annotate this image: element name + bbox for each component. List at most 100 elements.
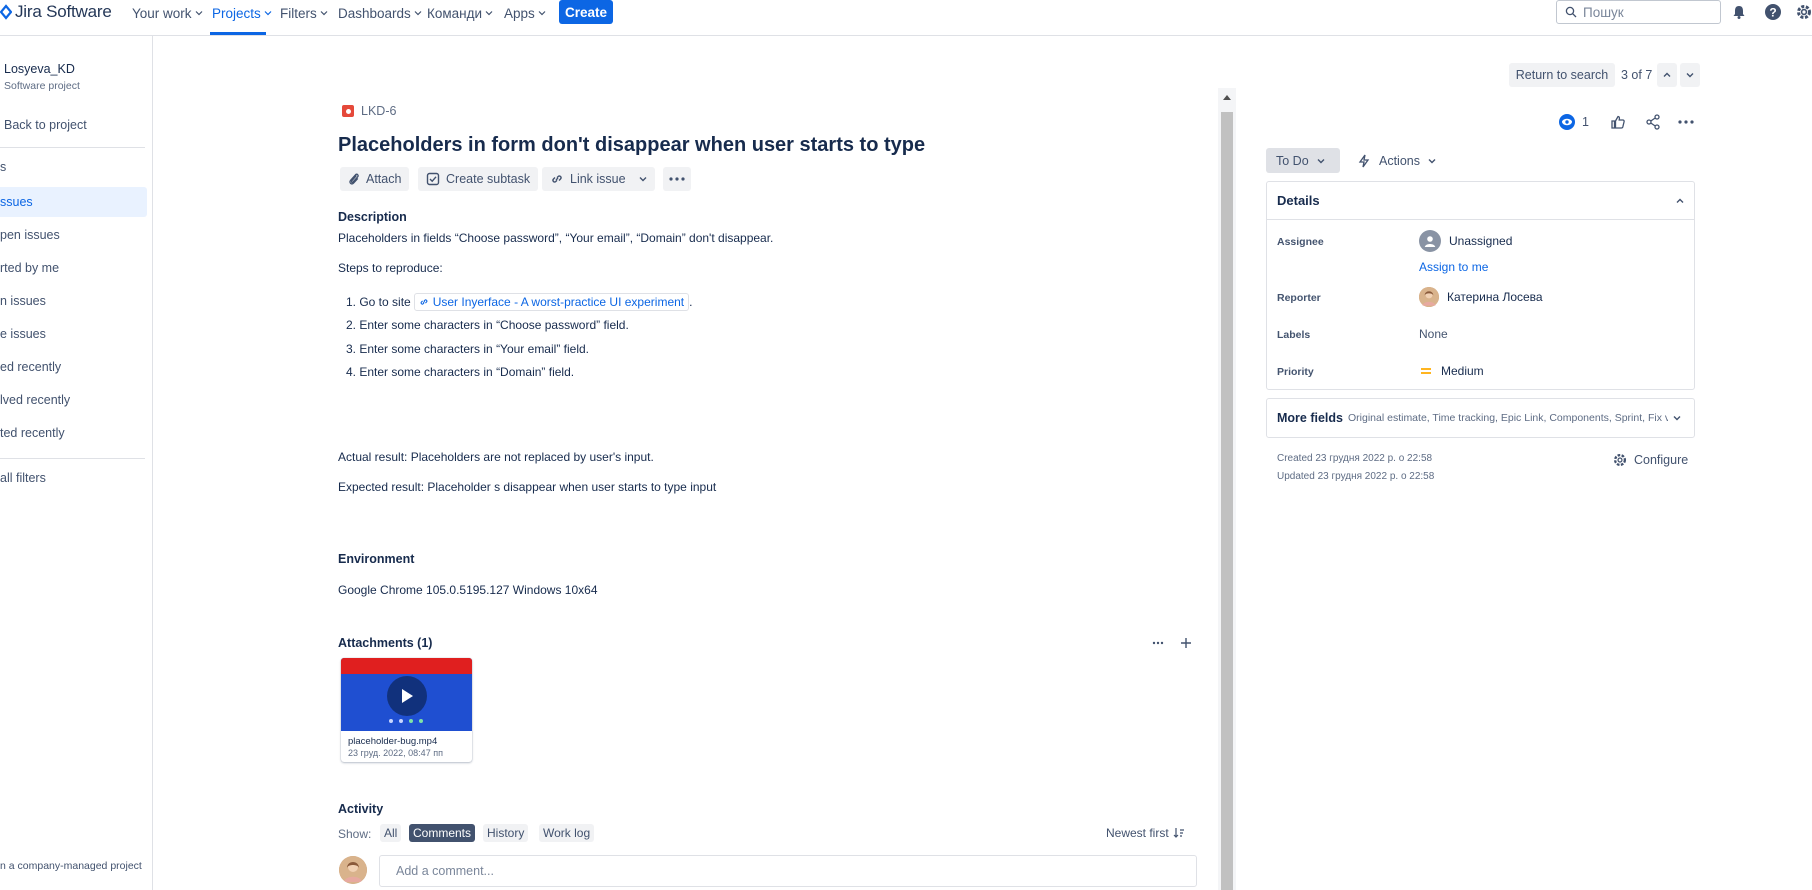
watchers-count: 1	[1582, 115, 1589, 129]
comment-input[interactable]	[396, 864, 1096, 878]
watch-button[interactable]: 1	[1558, 111, 1589, 133]
back-to-project-link[interactable]: Back to project	[4, 118, 87, 132]
help-icon[interactable]: ?	[1763, 2, 1783, 22]
scrollbar[interactable]	[1218, 88, 1236, 890]
more-actions-button[interactable]	[663, 167, 691, 191]
attach-button[interactable]: Attach	[340, 167, 410, 191]
scroll-thumb[interactable]	[1221, 112, 1233, 890]
description-text[interactable]: Placeholders in fields “Choose password”…	[338, 231, 773, 245]
steps-heading[interactable]: Steps to reproduce:	[338, 261, 443, 275]
sidebar-divider	[0, 458, 145, 459]
activity-tab-history[interactable]: History	[483, 824, 529, 842]
sidebar-section-issues[interactable]: s	[0, 152, 147, 182]
attachment-card[interactable]: placeholder-bug.mp4 23 груд. 2022, 08:47…	[341, 658, 472, 762]
scroll-up-arrow-icon[interactable]	[1218, 88, 1236, 106]
reporter-value: Катерина Лосева	[1447, 290, 1543, 304]
previous-issue-button[interactable]	[1657, 63, 1677, 87]
chevron-down-icon	[1686, 73, 1694, 78]
share-button[interactable]	[1645, 111, 1661, 133]
sidebar-view-all-filters[interactable]: all filters	[0, 463, 147, 493]
actions-label: Actions	[1379, 154, 1420, 168]
progress-dots-icon	[389, 719, 423, 723]
issue-key[interactable]: LKD-6	[342, 104, 396, 118]
more-fields-section[interactable]: More fields Original estimate, Time trac…	[1266, 398, 1695, 438]
list-item[interactable]: 2. Enter some characters in “Choose pass…	[346, 314, 692, 338]
list-item[interactable]: 3. Enter some characters in “Your email”…	[346, 337, 692, 361]
more-icon	[1152, 641, 1164, 645]
next-issue-button[interactable]	[1680, 63, 1700, 87]
chevron-down-icon	[195, 11, 202, 16]
actual-result-text[interactable]: Actual result: Placeholders are not repl…	[338, 450, 654, 464]
avatar	[339, 856, 367, 884]
sidebar-item-viewed-recently[interactable]: ed recently	[0, 352, 147, 382]
chevron-down-icon	[1317, 158, 1325, 163]
return-to-search-button[interactable]: Return to search	[1509, 63, 1615, 87]
nav-projects[interactable]: Projects	[212, 3, 272, 23]
search-icon	[1565, 6, 1577, 18]
create-button[interactable]: Create	[559, 0, 613, 24]
list-item[interactable]: 4. Enter some characters in “Domain” fie…	[346, 361, 692, 385]
sort-order-button[interactable]: Newest first	[1106, 826, 1185, 840]
comment-box[interactable]	[379, 855, 1197, 887]
step-1-suffix: .	[689, 294, 693, 309]
bell-icon[interactable]	[1729, 2, 1749, 22]
attachment-date: 23 груд. 2022, 08:47 пп	[348, 748, 443, 758]
plus-icon	[1181, 638, 1191, 648]
nav-projects-label: Projects	[212, 5, 261, 21]
nav-your-work[interactable]: Your work	[132, 3, 203, 23]
issue-summary[interactable]: Placeholders in form don't disappear whe…	[338, 134, 925, 157]
chevron-up-icon	[1676, 198, 1684, 203]
activity-tab-all[interactable]: All	[380, 824, 402, 842]
unassigned-avatar-icon	[1419, 230, 1441, 252]
create-subtask-button[interactable]: Create subtask	[418, 167, 539, 191]
sidebar-item-resolved-recently[interactable]: lved recently	[0, 385, 147, 415]
link-issue-button[interactable]: Link issue	[542, 167, 634, 191]
activity-show-label: Show:	[338, 827, 372, 841]
activity-tab-work-log[interactable]: Work log	[539, 824, 595, 842]
environment-heading: Environment	[338, 552, 415, 566]
assign-to-me-link[interactable]: Assign to me	[1419, 260, 1488, 274]
project-name[interactable]: Losyeva_KD	[4, 62, 75, 76]
jira-logo[interactable]: Jira Software	[0, 2, 112, 22]
search-box[interactable]	[1556, 0, 1721, 24]
settings-icon[interactable]	[1794, 2, 1812, 22]
more-options-button[interactable]	[1678, 111, 1694, 133]
reporter-field[interactable]: Катерина Лосева	[1419, 287, 1543, 307]
labels-value[interactable]: None	[1419, 327, 1448, 341]
nav-teams[interactable]: Команди	[427, 3, 493, 23]
assignee-field[interactable]: Unassigned	[1419, 230, 1512, 252]
actions-button[interactable]: Actions	[1357, 150, 1436, 172]
vote-button[interactable]	[1610, 111, 1626, 133]
sidebar-item-open-issues[interactable]: pen issues	[0, 220, 147, 250]
sidebar-item-all-issues[interactable]: n issues	[0, 286, 147, 316]
search-input[interactable]	[1583, 4, 1713, 20]
attachments-more-button[interactable]	[1152, 636, 1172, 650]
add-attachment-button[interactable]	[1180, 636, 1194, 650]
logo-text: Jira Software	[15, 2, 112, 21]
environment-text[interactable]: Google Chrome 105.0.5195.127 Windows 10x…	[338, 583, 598, 597]
subtask-icon	[426, 172, 440, 186]
nav-dashboards[interactable]: Dashboards	[338, 3, 422, 23]
link-issue-dropdown[interactable]	[631, 167, 655, 191]
nav-filters[interactable]: Filters	[280, 3, 328, 23]
status-button[interactable]: To Do	[1266, 148, 1340, 173]
eye-icon	[1559, 114, 1575, 130]
list-item[interactable]: 1. Go to site User Inyerface - A worst-p…	[346, 290, 692, 314]
sidebar-item-reported-by-me[interactable]: rted by me	[0, 253, 147, 283]
details-header[interactable]: Details	[1267, 182, 1694, 220]
link-icon	[552, 175, 562, 183]
sidebar-item-updated-recently[interactable]: ted recently	[0, 418, 147, 448]
play-icon[interactable]	[387, 676, 427, 716]
priority-field[interactable]: Medium	[1419, 364, 1484, 378]
nav-apps[interactable]: Apps	[504, 3, 546, 23]
activity-tab-comments[interactable]: Comments	[409, 824, 476, 842]
thumbnail-header	[341, 658, 472, 674]
sidebar-item-done-issues[interactable]: e issues	[0, 319, 147, 349]
priority-medium-icon	[1421, 368, 1431, 374]
site-link[interactable]: User Inyerface - A worst-practice UI exp…	[413, 292, 690, 311]
create-subtask-label: Create subtask	[446, 172, 531, 186]
configure-button[interactable]: Configure	[1612, 452, 1688, 468]
sidebar-item-issues[interactable]: ssues	[0, 187, 147, 217]
expected-result-text[interactable]: Expected result: Placeholder s disappear…	[338, 480, 716, 494]
link-icon	[420, 299, 428, 305]
